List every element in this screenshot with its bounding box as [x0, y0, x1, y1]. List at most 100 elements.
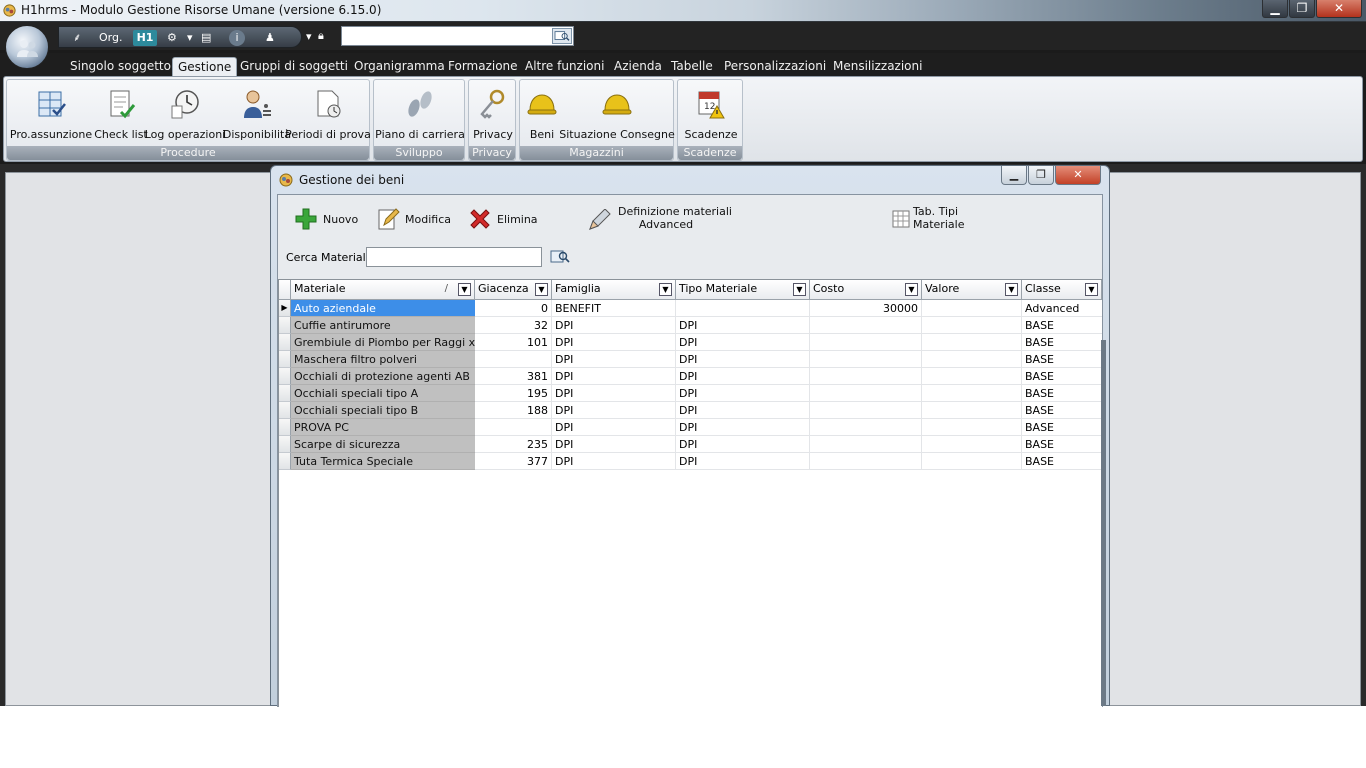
cell-tipo-materiale[interactable]: DPI [676, 436, 810, 453]
cell-classe[interactable]: BASE [1022, 334, 1102, 351]
cell-costo[interactable] [810, 368, 922, 385]
close-button[interactable]: ✕ [1316, 0, 1362, 18]
chart-icon[interactable]: ▤ [201, 30, 211, 46]
row-selector[interactable] [279, 419, 291, 436]
org-chart-icon[interactable]: ⸙ [73, 30, 81, 46]
cell-costo[interactable] [810, 419, 922, 436]
tab-altre-funzioni[interactable]: Altre funzioni [520, 57, 609, 77]
cell-valore[interactable] [922, 317, 1022, 334]
cell-classe[interactable]: BASE [1022, 436, 1102, 453]
search-icon[interactable] [552, 28, 572, 44]
pro-assunzione-button[interactable]: Pro.assunzione [10, 84, 92, 146]
cell-tipo-materiale[interactable]: DPI [676, 334, 810, 351]
tab-tabelle[interactable]: Tabelle [666, 57, 718, 77]
cell-giacenza[interactable] [475, 419, 552, 436]
cell-giacenza[interactable]: 381 [475, 368, 552, 385]
tab-gruppi-di-soggetti[interactable]: Gruppi di soggetti [235, 57, 353, 77]
cell-materiale[interactable]: PROVA PC [291, 419, 475, 436]
cell-valore[interactable] [922, 385, 1022, 402]
customize-qat-icon[interactable]: ▾ [306, 29, 312, 45]
cell-costo[interactable] [810, 385, 922, 402]
child-maximize-button[interactable]: ❐ [1028, 166, 1054, 185]
cell-costo[interactable] [810, 453, 922, 470]
lock-icon[interactable]: 🔒︎ [318, 28, 324, 44]
column-header-tipo-materiale[interactable]: Tipo Materiale ▼ [676, 280, 810, 300]
cell-valore[interactable] [922, 436, 1022, 453]
filter-dropdown-icon[interactable]: ▼ [793, 283, 806, 296]
cerca-materiale-input[interactable] [366, 247, 542, 267]
cell-famiglia[interactable]: DPI [552, 436, 676, 453]
filter-dropdown-icon[interactable]: ▼ [905, 283, 918, 296]
cell-classe[interactable]: BASE [1022, 419, 1102, 436]
cell-famiglia[interactable]: DPI [552, 368, 676, 385]
cell-valore[interactable] [922, 453, 1022, 470]
tools-icon[interactable]: ⚙ [167, 30, 177, 46]
cell-costo[interactable] [810, 317, 922, 334]
child-close-button[interactable]: ✕ [1055, 166, 1101, 185]
column-header-famiglia[interactable]: Famiglia ▼ [552, 280, 676, 300]
cell-valore[interactable] [922, 419, 1022, 436]
cell-costo[interactable] [810, 351, 922, 368]
search-icon[interactable] [550, 248, 570, 266]
cell-materiale[interactable]: Occhiali speciali tipo A [291, 385, 475, 402]
tab-gestione[interactable]: Gestione [172, 57, 238, 77]
log-operazioni-button[interactable]: Log operazioni [145, 84, 225, 146]
cell-valore[interactable] [922, 368, 1022, 385]
cell-classe[interactable]: BASE [1022, 453, 1102, 470]
cell-famiglia[interactable]: BENEFIT [552, 300, 676, 317]
cell-giacenza[interactable]: 32 [475, 317, 552, 334]
cell-materiale[interactable]: Grembiule di Piombo per Raggi x [291, 334, 475, 351]
cell-materiale[interactable]: Maschera filtro polveri [291, 351, 475, 368]
tab-personalizzazioni[interactable]: Personalizzazioni [719, 57, 831, 77]
cell-famiglia[interactable]: DPI [552, 351, 676, 368]
piano-di-carriera-button[interactable]: Piano di carriera [375, 84, 465, 146]
cell-classe[interactable]: Advanced [1022, 300, 1102, 317]
cell-valore[interactable] [922, 402, 1022, 419]
cell-famiglia[interactable]: DPI [552, 334, 676, 351]
cell-valore[interactable] [922, 334, 1022, 351]
cell-giacenza[interactable]: 235 [475, 436, 552, 453]
column-header-classe[interactable]: Classe ▼ [1022, 280, 1102, 300]
cell-materiale[interactable]: Occhiali speciali tipo B [291, 402, 475, 419]
cell-famiglia[interactable]: DPI [552, 385, 676, 402]
row-selector[interactable] [279, 317, 291, 334]
row-selector[interactable] [279, 453, 291, 470]
column-header-valore[interactable]: Valore ▼ [922, 280, 1022, 300]
cell-famiglia[interactable]: DPI [552, 419, 676, 436]
cell-giacenza[interactable] [475, 351, 552, 368]
cell-costo[interactable] [810, 436, 922, 453]
row-selector[interactable] [279, 334, 291, 351]
cell-classe[interactable]: BASE [1022, 368, 1102, 385]
cell-tipo-materiale[interactable]: DPI [676, 317, 810, 334]
column-header-costo[interactable]: Costo ▼ [810, 280, 922, 300]
row-selector[interactable] [279, 368, 291, 385]
disponibilita-button[interactable]: Disponibilità [223, 84, 291, 146]
minimize-button[interactable]: ▁ [1262, 0, 1288, 18]
tab-mensilizzazioni[interactable]: Mensilizzazioni [828, 57, 927, 77]
cell-giacenza[interactable]: 101 [475, 334, 552, 351]
row-selector[interactable] [279, 436, 291, 453]
cell-materiale[interactable]: Cuffie antirumore [291, 317, 475, 334]
cell-classe[interactable]: BASE [1022, 385, 1102, 402]
tab-azienda[interactable]: Azienda [609, 57, 667, 77]
filter-dropdown-icon[interactable]: ▼ [659, 283, 672, 296]
h1-logo-icon[interactable]: H1 [133, 30, 157, 46]
application-menu-button[interactable] [5, 25, 49, 69]
cell-tipo-materiale[interactable]: DPI [676, 419, 810, 436]
cell-tipo-materiale[interactable]: DPI [676, 368, 810, 385]
tab-formazione[interactable]: Formazione [443, 57, 523, 77]
maximize-button[interactable]: ❐ [1289, 0, 1315, 18]
situazione-consegne-button[interactable]: Situazione Consegne [559, 84, 675, 146]
cell-tipo-materiale[interactable]: DPI [676, 385, 810, 402]
cell-materiale[interactable]: Occhiali di protezione agenti AB [291, 368, 475, 385]
column-header-materiale[interactable]: Materiale / ▼ [291, 280, 475, 300]
definizione-materiali-button[interactable]: Definizione materiali Advanced [588, 203, 732, 235]
row-selector[interactable]: ▶ [279, 300, 291, 317]
filter-dropdown-icon[interactable]: ▼ [1085, 283, 1098, 296]
cell-materiale[interactable]: Auto aziendale [291, 300, 475, 317]
privacy-button[interactable]: Privacy [473, 84, 513, 146]
org-button-label[interactable]: Org. [99, 30, 122, 46]
cell-costo[interactable] [810, 402, 922, 419]
info-icon[interactable]: i [229, 30, 245, 46]
row-selector[interactable] [279, 385, 291, 402]
